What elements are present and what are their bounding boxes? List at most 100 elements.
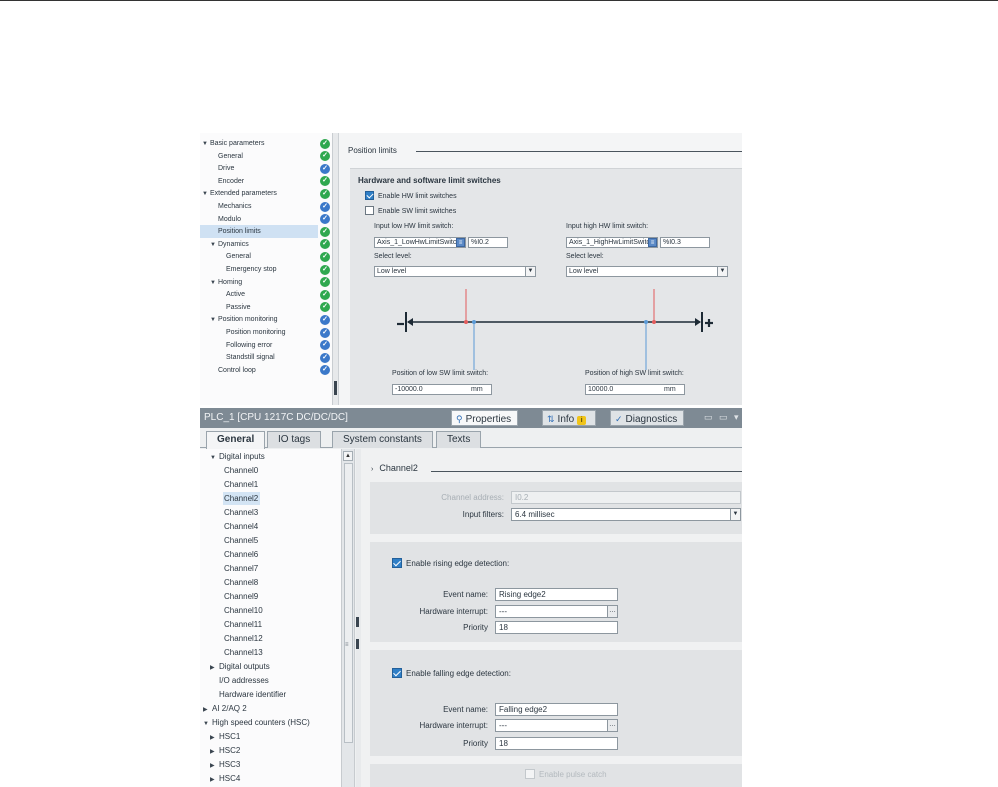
info-badge-icon: i [577, 416, 587, 425]
tree-item[interactable]: Following error [200, 339, 318, 352]
tree-item[interactable]: Emergency stop [200, 263, 318, 276]
tree-item[interactable]: Channel0 [223, 464, 260, 477]
chevron-right-icon[interactable]: › [371, 466, 373, 473]
tree-item[interactable]: Channel3 [223, 506, 260, 519]
check-blue-icon: ✓ [320, 365, 330, 376]
browse-icon[interactable]: … [607, 720, 617, 731]
falling-hw-interrupt-value: --- [499, 721, 507, 730]
tree-item-label: Channel9 [224, 592, 259, 601]
tree-item[interactable]: Encoder [200, 175, 318, 188]
splitter-handle[interactable] [356, 617, 359, 627]
tree-item-label: Channel10 [224, 606, 263, 615]
tree-item[interactable]: Channel10 [223, 604, 265, 617]
tree-item[interactable]: ▼ Homing [200, 276, 318, 289]
tree-item[interactable]: Channel9 [223, 590, 260, 603]
falling-event-field[interactable]: Falling edge2 [495, 703, 618, 716]
tree-item[interactable]: ▶ AI 2/AQ 2 [202, 702, 249, 715]
splitter-handle[interactable] [356, 639, 359, 649]
tree-item[interactable]: ▶ HSC3 [209, 758, 242, 771]
chevron-down-icon[interactable]: ▼ [730, 509, 740, 520]
tree-item[interactable]: ▶ HSC4 [209, 772, 242, 785]
pulse-catch-label: Enable pulse catch [539, 770, 607, 779]
tab-info-label: Info [557, 414, 575, 425]
tree-item-label: Channel8 [224, 578, 259, 587]
tree-item[interactable]: Channel12 [223, 632, 265, 645]
tree-item[interactable]: Position limits [200, 225, 318, 239]
rising-edge-group: Enable rising edge detection: Event name… [370, 542, 742, 642]
tree-item[interactable]: ▼ Basic parameters [200, 137, 318, 150]
tree-item[interactable]: Standstill signal [200, 351, 318, 364]
tree-item[interactable]: Channel7 [223, 562, 260, 575]
tree-item[interactable]: Drive [200, 162, 318, 175]
channel-address-field: I0.2 [511, 491, 741, 504]
tab-system-constants[interactable]: System constants [332, 431, 433, 448]
tree-item[interactable]: ▶ Digital outputs [209, 660, 272, 673]
tree-item[interactable]: I/O addresses [209, 674, 271, 687]
rising-edge-row[interactable]: Enable rising edge detection: [392, 558, 509, 570]
tree-item[interactable]: Channel8 [223, 576, 260, 589]
tree-item[interactable]: Passive [200, 301, 318, 314]
limit-switches-group: Hardware and software limit switches Ena… [350, 168, 742, 405]
top-rule [0, 0, 998, 1]
falling-edge-row[interactable]: Enable falling edge detection: [392, 668, 511, 680]
tree-toggle-icon[interactable]: ▶ [210, 774, 219, 787]
rising-priority-field[interactable]: 18 [495, 621, 618, 634]
tree-item[interactable]: Channel4 [223, 520, 260, 533]
tree-scrollbar[interactable]: ▲ ≡ [341, 449, 355, 787]
tab-properties[interactable]: ⚲ Properties [451, 410, 519, 426]
tree-item[interactable]: Channel11 [223, 618, 264, 631]
splitter[interactable] [333, 133, 339, 405]
tab-texts[interactable]: Texts [436, 431, 482, 448]
falling-hw-interrupt-field[interactable]: --- … [495, 719, 618, 732]
falling-edge-checkbox[interactable] [392, 668, 402, 678]
falling-hw-interrupt-label: Hardware interrupt: [419, 721, 488, 730]
tree-item[interactable]: ▼ High speed counters (HSC) [202, 716, 312, 729]
input-filters-select[interactable]: 6.4 millisec ▼ [511, 508, 741, 521]
tree-item-label: Extended parameters [210, 190, 277, 198]
tree-item[interactable]: ▼ Dynamics [200, 238, 318, 251]
tree-item-label: HSC2 [219, 746, 241, 755]
tree-item[interactable]: ▶ HSC1 [209, 730, 242, 743]
tree-item[interactable]: ▼ Digital inputs [209, 450, 267, 463]
tree-item[interactable]: ▼ Extended parameters [200, 187, 318, 200]
splitter-handle[interactable] [334, 381, 337, 395]
rising-event-field[interactable]: Rising edge2 [495, 588, 618, 601]
tree-item[interactable]: Modulo [200, 213, 318, 226]
tab-io-tags[interactable]: IO tags [267, 431, 322, 448]
tree-toggle-icon[interactable]: ▼ [210, 452, 219, 465]
tree-item[interactable]: Mechanics [200, 200, 318, 213]
tree-item[interactable]: Control loop [200, 364, 318, 377]
falling-priority-field[interactable]: 18 [495, 737, 618, 750]
low-hw-marker-dot [464, 320, 468, 324]
tree-item[interactable]: General [200, 150, 318, 163]
low-sw-field[interactable]: -10000.0 mm [392, 384, 492, 395]
check-green-icon: ✓ [320, 277, 330, 288]
tree-item[interactable]: ▼ Position monitoring [200, 313, 318, 326]
tab-general[interactable]: General [206, 431, 266, 449]
tree-item[interactable]: Channel13 [223, 646, 265, 659]
tree-item[interactable]: Position monitoring [200, 326, 318, 339]
tree-item[interactable]: Channel5 [223, 534, 260, 547]
window-buttons[interactable]: ▭ ▭ ▾ [704, 412, 741, 423]
rising-hw-interrupt-field[interactable]: --- … [495, 605, 618, 618]
scroll-thumb[interactable] [344, 463, 353, 743]
rising-edge-checkbox[interactable] [392, 558, 402, 568]
browse-icon[interactable]: … [607, 606, 617, 617]
high-hw-marker-dot [652, 320, 656, 324]
tree-item[interactable]: Channel2 [223, 492, 261, 505]
tree-item-label: Basic parameters [210, 140, 265, 147]
scroll-up-icon[interactable]: ▲ [343, 451, 353, 461]
tree-item[interactable]: General [200, 250, 318, 263]
tree-item-label: HSC1 [219, 732, 241, 741]
tree-item[interactable]: Active [200, 288, 318, 301]
tab-info[interactable]: ⇅ Info i [542, 410, 597, 426]
high-sw-field[interactable]: 10000.0 mm [585, 384, 685, 395]
tree-item[interactable]: Channel1 [223, 478, 260, 491]
tree-item[interactable]: Hardware identifier [209, 688, 288, 701]
tab-diagnostics[interactable]: ✓ Diagnostics [610, 410, 685, 426]
tree-item[interactable]: Channel6 [223, 548, 260, 561]
scroll-grip-icon: ≡ [345, 642, 349, 648]
channel-address-group: Channel address: I0.2 Input filters: 6.4… [370, 482, 742, 534]
tree-item[interactable]: ▶ HSC2 [209, 744, 242, 757]
input-filters-value: 6.4 millisec [515, 510, 555, 519]
